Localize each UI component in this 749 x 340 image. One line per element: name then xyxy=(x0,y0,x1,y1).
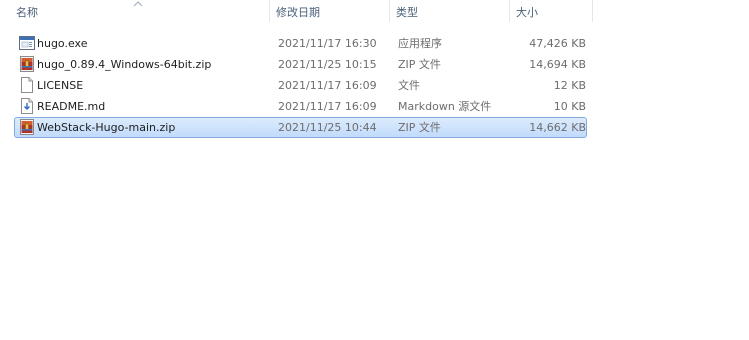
file-type: Markdown 源文件 xyxy=(398,100,492,113)
exe-icon xyxy=(19,36,35,50)
file-row[interactable]: hugo_0.89.4_Windows-64bit.zip 2021/11/25… xyxy=(14,54,587,75)
file-size: 47,426 KB xyxy=(529,37,586,50)
file-row[interactable]: hugo.exe 2021/11/17 16:30 应用程序 47,426 KB xyxy=(14,33,587,54)
file-name: README.md xyxy=(37,100,106,113)
file-type: ZIP 文件 xyxy=(398,58,441,71)
file-row[interactable]: LICENSE 2021/11/17 16:09 文件 12 KB xyxy=(14,75,587,96)
column-header-bar: 名称 修改日期 类型 大小 xyxy=(0,0,749,22)
file-size: 14,662 KB xyxy=(529,121,586,134)
file-date: 2021/11/25 10:15 xyxy=(278,58,377,71)
column-header-date-label: 修改日期 xyxy=(276,6,320,19)
file-type: 文件 xyxy=(398,79,420,92)
file-name: WebStack-Hugo-main.zip xyxy=(37,121,176,134)
column-header-size[interactable]: 大小 xyxy=(511,0,593,22)
column-header-type[interactable]: 类型 xyxy=(391,0,510,22)
file-row[interactable]: README.md 2021/11/17 16:09 Markdown 源文件 … xyxy=(14,96,587,117)
file-name: LICENSE xyxy=(37,79,84,92)
column-header-date[interactable]: 修改日期 xyxy=(271,0,390,22)
zip-archive-icon xyxy=(20,56,34,72)
column-header-type-label: 类型 xyxy=(396,6,418,19)
file-size: 10 KB xyxy=(553,100,586,113)
file-name: hugo.exe xyxy=(37,37,88,50)
file-size: 12 KB xyxy=(553,79,586,92)
file-date: 2021/11/17 16:30 xyxy=(278,37,377,50)
file-date: 2021/11/17 16:09 xyxy=(278,100,377,113)
file-type: 应用程序 xyxy=(398,37,442,50)
column-header-size-label: 大小 xyxy=(516,6,538,19)
blank-file-icon xyxy=(21,77,33,93)
sort-ascending-icon xyxy=(133,1,143,7)
file-name: hugo_0.89.4_Windows-64bit.zip xyxy=(37,58,212,71)
file-type: ZIP 文件 xyxy=(398,121,441,134)
file-date: 2021/11/17 16:09 xyxy=(278,79,377,92)
file-date: 2021/11/25 10:44 xyxy=(278,121,377,134)
file-explorer-view: 名称 修改日期 类型 大小 hugo.exe 2021/11/17 16:30 … xyxy=(0,0,749,340)
zip-archive-icon xyxy=(20,119,34,135)
file-row-selected[interactable]: WebStack-Hugo-main.zip 2021/11/25 10:44 … xyxy=(14,117,587,138)
column-header-name-label: 名称 xyxy=(16,6,38,19)
file-size: 14,694 KB xyxy=(529,58,586,71)
markdown-file-icon xyxy=(21,98,33,114)
